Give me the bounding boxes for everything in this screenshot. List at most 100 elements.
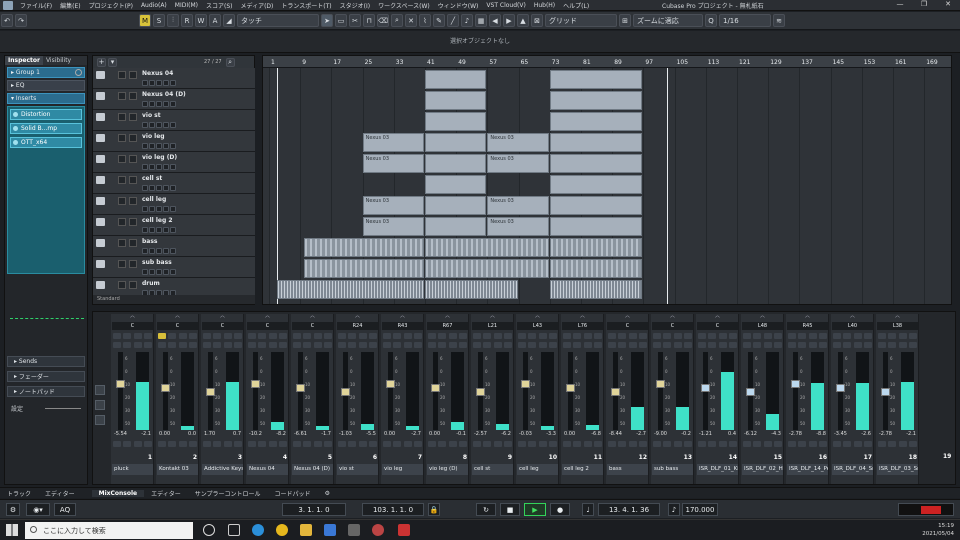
track-row[interactable]: Nexus 04 (D) [93, 89, 255, 110]
record-enable-button[interactable] [142, 143, 148, 149]
write-button[interactable] [413, 441, 422, 447]
volume-fader[interactable] [656, 380, 665, 388]
automation-a-button[interactable]: A [209, 14, 221, 27]
write-button[interactable] [163, 80, 169, 86]
record-button[interactable] [878, 342, 887, 348]
event-clip[interactable]: Nexus 03 [362, 133, 424, 152]
volume-value[interactable]: -1.03 [339, 431, 352, 437]
solo-button[interactable] [573, 333, 582, 339]
mute-button[interactable] [653, 333, 662, 339]
mute-button[interactable] [833, 333, 842, 339]
solo-button[interactable] [483, 333, 492, 339]
channel-name[interactable]: Kontakt 03 [157, 464, 198, 475]
inspector-notepad-section[interactable]: ▸ ノートパッド [7, 386, 85, 397]
volume-value[interactable]: 0.00 [429, 431, 440, 437]
event-clip[interactable] [425, 112, 487, 131]
listen-button[interactable] [898, 333, 907, 339]
read-button[interactable] [898, 441, 907, 447]
pan-knob[interactable]: ◠ [246, 315, 289, 321]
edit-button[interactable] [683, 333, 692, 339]
pan-value[interactable]: C [247, 322, 288, 330]
read-button[interactable] [156, 185, 162, 191]
mute-button[interactable] [203, 441, 212, 447]
channel-name[interactable]: ISR_DLF_04_Sna [832, 464, 873, 475]
solo-button[interactable] [663, 441, 672, 447]
solo-button[interactable] [438, 441, 447, 447]
edit-button[interactable] [863, 333, 872, 339]
solo-button[interactable] [213, 441, 222, 447]
event-clip[interactable]: Nexus 03 [362, 217, 424, 236]
read-button[interactable] [313, 342, 322, 348]
event-clip[interactable] [549, 70, 643, 89]
solo-button[interactable] [129, 218, 137, 226]
nudge-up-icon[interactable]: ▲ [517, 14, 529, 27]
solo-button[interactable] [888, 333, 897, 339]
solo-button[interactable] [129, 260, 137, 268]
event-clip[interactable] [425, 154, 487, 173]
pan-knob[interactable]: ◠ [156, 315, 199, 321]
edit-button[interactable] [278, 333, 287, 339]
read-button[interactable] [718, 441, 727, 447]
solo-button[interactable] [129, 197, 137, 205]
pan-value[interactable]: C [697, 322, 738, 330]
mute-button[interactable] [118, 92, 126, 100]
read-button[interactable] [156, 206, 162, 212]
tab-editor-left[interactable]: エディター [38, 489, 82, 498]
insert-slot-2[interactable]: Solid B...mp [10, 123, 82, 134]
write-button[interactable] [548, 441, 557, 447]
event-clip[interactable] [549, 238, 643, 257]
volume-fader[interactable] [836, 384, 845, 392]
volume-fader[interactable] [116, 380, 125, 388]
pan-value[interactable]: R24 [337, 322, 378, 330]
solo-button[interactable] [303, 441, 312, 447]
tab-mixconsole[interactable]: MixConsole [91, 489, 145, 497]
volume-fader[interactable] [521, 380, 530, 388]
monitor-button[interactable] [888, 342, 897, 348]
left-locator-display[interactable]: 3. 1. 1. 0 [282, 503, 346, 516]
solo-button[interactable] [168, 441, 177, 447]
play-tool-icon[interactable]: ♪ [461, 14, 473, 27]
solo-button[interactable] [798, 441, 807, 447]
write-button[interactable] [863, 342, 872, 348]
solo-button[interactable] [573, 441, 582, 447]
write-button[interactable] [593, 342, 602, 348]
write-button[interactable] [818, 441, 827, 447]
read-automation-button[interactable]: R [181, 14, 193, 27]
volume-value[interactable]: -10.2 [249, 431, 262, 437]
time-warp-tool-icon[interactable]: ⌇ [419, 14, 431, 27]
volume-value[interactable]: -1.21 [699, 431, 712, 437]
pan-knob[interactable]: ◠ [606, 315, 649, 321]
record-button[interactable] [473, 342, 482, 348]
tempo-display[interactable]: 170.000 [682, 503, 718, 516]
pan-value[interactable]: L76 [562, 322, 603, 330]
solo-button[interactable] [129, 134, 137, 142]
monitor-button[interactable] [149, 248, 155, 254]
pan-knob[interactable]: ◠ [516, 315, 559, 321]
track-row[interactable]: vio st [93, 110, 255, 131]
record-button[interactable] [113, 342, 122, 348]
solo-button[interactable] [129, 239, 137, 247]
edit-button[interactable] [548, 333, 557, 339]
track-row[interactable]: Nexus 04 [93, 68, 255, 89]
edit-button[interactable] [818, 333, 827, 339]
edit-button[interactable] [170, 122, 176, 128]
read-button[interactable] [156, 269, 162, 275]
cubase-taskbar-icon[interactable] [398, 524, 410, 536]
edit-button[interactable] [143, 333, 152, 339]
read-button[interactable] [448, 441, 457, 447]
mute-button[interactable] [118, 197, 126, 205]
chrome-icon[interactable] [276, 524, 288, 536]
edge-icon[interactable] [252, 524, 264, 536]
solo-button[interactable] [393, 441, 402, 447]
volume-fader[interactable] [341, 388, 350, 396]
system-clock[interactable]: 15:19 2021/05/04 [922, 522, 954, 538]
channel-name[interactable]: ISR_DLF_01_Kid [697, 464, 738, 475]
listen-button[interactable] [808, 333, 817, 339]
read-button[interactable] [583, 342, 592, 348]
event-clip[interactable]: Nexus 03 [487, 196, 549, 215]
channel-name[interactable]: cell st [472, 464, 513, 475]
listen-button[interactable] [538, 333, 547, 339]
solo-button[interactable] [843, 441, 852, 447]
pan-value[interactable]: R43 [382, 322, 423, 330]
event-clip[interactable] [425, 259, 549, 278]
